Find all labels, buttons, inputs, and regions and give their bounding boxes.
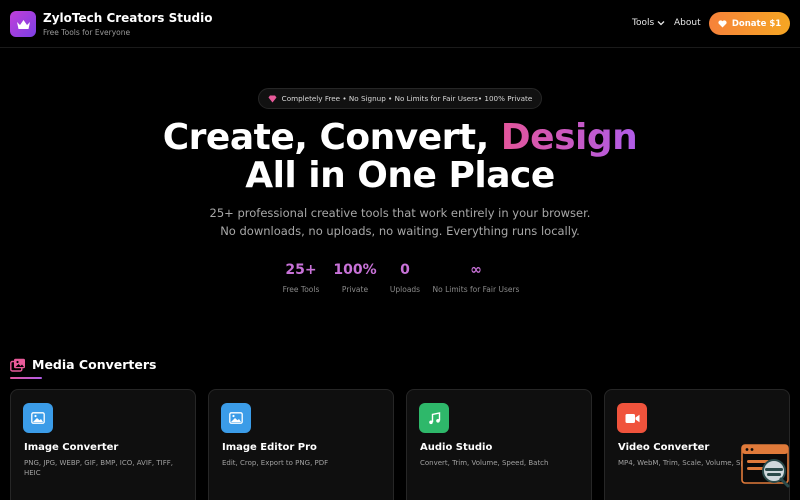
stat-free-tools: 25+ Free Tools <box>281 262 321 294</box>
music-icon <box>428 411 440 424</box>
crown-icon <box>16 19 30 29</box>
chevron-down-icon <box>657 21 665 26</box>
stat-value: 25+ <box>285 262 317 278</box>
stat-label: No Limits for Fair Users <box>432 285 520 294</box>
brand-logo[interactable] <box>10 11 36 37</box>
brand-subtitle: Free Tools for Everyone <box>43 28 131 37</box>
section-header: Media Converters <box>10 357 156 372</box>
chat-search-icon <box>741 444 790 488</box>
stat-label: Private <box>341 285 369 294</box>
video-camera-icon <box>625 413 639 423</box>
images-icon <box>10 358 25 372</box>
card-icon-box <box>23 403 53 433</box>
card-description: PNG, JPG, WEBP, GIF, BMP, ICO, AVIF, TIF… <box>24 459 173 477</box>
stat-value: 100% <box>333 262 377 278</box>
nav-about-link[interactable]: About <box>674 18 701 28</box>
feature-pill: Completely Free • No Signup • No Limits … <box>258 88 542 109</box>
card-title: Audio Studio <box>420 442 493 453</box>
top-header: ZyloTech Creators Studio Free Tools for … <box>0 0 800 48</box>
image-icon <box>31 412 45 424</box>
hero-title-accent: Design <box>500 117 638 158</box>
card-icon-box <box>617 403 647 433</box>
card-description: Convert, Trim, Volume, Speed, Batch <box>420 459 549 467</box>
stat-uploads: 0 Uploads <box>385 262 425 294</box>
section-underline <box>10 377 42 379</box>
card-icon-box <box>221 403 251 433</box>
stat-label: Uploads <box>389 285 421 294</box>
feature-pill-text: Completely Free • No Signup • No Limits … <box>281 94 533 103</box>
image-icon <box>229 412 243 424</box>
nav-tools-label: Tools <box>632 18 655 28</box>
gem-icon <box>268 95 277 102</box>
heart-icon <box>718 19 727 27</box>
stat-label: Free Tools <box>282 285 320 294</box>
brand-title[interactable]: ZyloTech Creators Studio <box>43 11 213 25</box>
tool-card-image-editor-pro[interactable]: Image Editor Pro Edit, Crop, Export to P… <box>208 389 394 500</box>
section-title: Media Converters <box>32 357 157 372</box>
donate-label: Donate $1 <box>731 18 782 29</box>
card-icon-box <box>419 403 449 433</box>
hero-description: 25+ professional creative tools that wor… <box>209 206 591 238</box>
floating-feedback-badge[interactable] <box>741 444 790 488</box>
stat-private: 100% Private <box>332 262 378 294</box>
card-title: Video Converter <box>618 442 710 453</box>
stat-value: 0 <box>400 262 410 278</box>
card-title: Image Converter <box>24 442 119 453</box>
hero-title-line2: All in One Place <box>245 155 555 196</box>
card-title: Image Editor Pro <box>222 442 317 453</box>
tool-card-audio-studio[interactable]: Audio Studio Convert, Trim, Volume, Spee… <box>406 389 592 500</box>
donate-button[interactable]: Donate $1 <box>709 12 790 35</box>
hero-title-part1: Create, Convert, <box>162 117 501 158</box>
stat-value: ∞ <box>470 262 482 278</box>
tool-card-image-converter[interactable]: Image Converter PNG, JPG, WEBP, GIF, BMP… <box>10 389 196 500</box>
hero-title-line1: Create, Convert, Design <box>0 117 800 158</box>
nav-tools-dropdown[interactable]: Tools <box>632 18 665 28</box>
card-description: Edit, Crop, Export to PNG, PDF <box>222 459 329 467</box>
stat-no-limits: ∞ No Limits for Fair Users <box>431 262 521 294</box>
